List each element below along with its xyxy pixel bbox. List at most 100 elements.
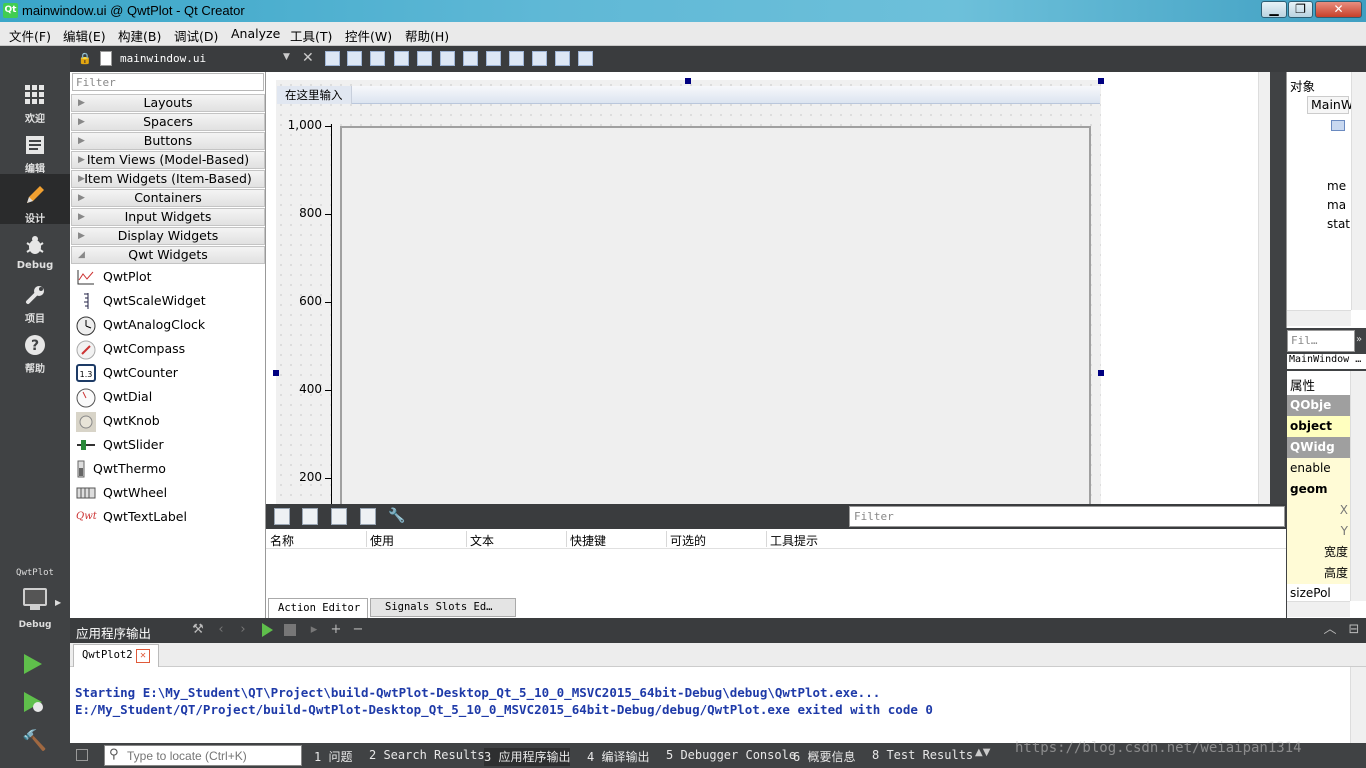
object-tree-item[interactable]: me <box>1327 179 1346 193</box>
property-geometry-width[interactable]: 宽度 <box>1287 542 1350 563</box>
edit-tab-order-icon[interactable] <box>394 51 409 66</box>
property-filter-input[interactable]: Fil… <box>1287 330 1355 352</box>
widget-item-qwtscalewidget[interactable]: QwtScaleWidget <box>74 290 264 312</box>
build-hammer-button[interactable]: 🔨 <box>22 728 47 752</box>
property-horizontal-scrollbar[interactable] <box>1287 601 1350 617</box>
status-tab-search-results[interactable]: 2 Search Results <box>369 748 485 766</box>
output-tab[interactable]: QwtPlot2 ✕ <box>73 644 159 667</box>
column-tooltip[interactable]: 工具提示 <box>770 532 818 549</box>
close-document-icon[interactable]: ✕ <box>302 50 314 66</box>
category-input-widgets[interactable]: ▶ Input Widgets <box>71 208 265 226</box>
mode-help[interactable]: ? 帮助 <box>0 324 70 375</box>
close-button[interactable]: ✕ <box>1315 1 1362 18</box>
widget-item-qwtwheel[interactable]: QwtWheel <box>74 482 264 504</box>
menu-build[interactable]: 构建(B) <box>118 26 161 45</box>
mode-edit[interactable]: 编辑 <box>0 124 70 175</box>
status-tab-issues[interactable]: 1 问题 <box>314 748 352 766</box>
action-filter-input[interactable]: Filter <box>849 506 1285 527</box>
category-spacers[interactable]: ▶ Spacers <box>71 113 265 131</box>
zoom-out-icon[interactable]: − <box>350 622 366 638</box>
status-tab-general-messages[interactable]: 6 概要信息 <box>793 748 855 766</box>
copy-action-icon[interactable] <box>302 508 318 525</box>
widget-filter-input[interactable]: Filter <box>72 73 264 91</box>
maximize-pane-icon[interactable]: ︿ <box>1322 622 1338 638</box>
layout-horizontal-icon[interactable] <box>417 51 432 66</box>
status-tab-app-output[interactable]: 3 应用程序输出 <box>484 748 571 766</box>
column-name[interactable]: 名称 <box>270 532 294 549</box>
form-editor[interactable]: 在这里输入 1,000 800 600 400 200 <box>266 72 1270 510</box>
layout-form-icon[interactable] <box>509 51 524 66</box>
next-icon[interactable]: › <box>235 622 251 638</box>
file-dropdown-icon[interactable]: ▼ <box>283 52 290 62</box>
resize-handle[interactable] <box>685 78 691 84</box>
form-vertical-scrollbar[interactable] <box>1258 72 1270 504</box>
paste-action-icon[interactable] <box>331 508 347 525</box>
widget-item-qwtanalogclock[interactable]: QwtAnalogClock <box>74 314 264 336</box>
edit-buddies-icon[interactable] <box>370 51 385 66</box>
mode-debug[interactable]: Debug <box>0 224 70 274</box>
stop-icon[interactable] <box>284 624 296 636</box>
mode-welcome[interactable]: 欢迎 <box>0 74 70 125</box>
status-tab-test-results[interactable]: 8 Test Results <box>872 748 973 766</box>
previous-icon[interactable]: ‹ <box>213 622 229 638</box>
column-checkable[interactable]: 可选的 <box>670 532 706 549</box>
menu-file[interactable]: 文件(F) <box>9 26 51 45</box>
category-containers[interactable]: ▶ Containers <box>71 189 265 207</box>
object-tree-item[interactable]: ma <box>1327 198 1346 212</box>
type-here-menu-item[interactable]: 在这里输入 <box>277 86 352 104</box>
widget-item-qwtslider[interactable]: QwtSlider <box>74 434 264 456</box>
maximize-button[interactable]: ❐ <box>1288 1 1313 18</box>
property-geometry-y[interactable]: Y <box>1287 521 1350 542</box>
new-action-icon[interactable] <box>274 508 290 525</box>
column-text[interactable]: 文本 <box>470 532 494 549</box>
object-tree-item[interactable]: stat <box>1327 217 1350 231</box>
widget-item-qwttextlabel[interactable]: Qwt QwtTextLabel <box>74 506 264 528</box>
menu-widgets[interactable]: 控件(W) <box>345 26 392 45</box>
widget-item-qwtplot[interactable]: QwtPlot <box>74 266 264 288</box>
open-file-name[interactable]: mainwindow.ui <box>120 52 206 65</box>
category-qwt-widgets[interactable]: ◢ Qwt Widgets <box>71 246 265 264</box>
property-vertical-scrollbar[interactable] <box>1350 371 1366 601</box>
menu-debug[interactable]: 调试(D) <box>174 26 218 45</box>
object-tree-root[interactable]: MainW <box>1307 96 1353 114</box>
category-display-widgets[interactable]: ▶ Display Widgets <box>71 227 265 245</box>
widget-item-qwtthermo[interactable]: QwtThermo <box>74 458 264 480</box>
status-tab-compile-output[interactable]: 4 编译输出 <box>587 748 649 766</box>
break-layout-icon[interactable] <box>555 51 570 66</box>
property-section-qobject[interactable]: QObje <box>1287 395 1350 416</box>
edit-widgets-icon[interactable] <box>325 51 340 66</box>
zoom-in-icon[interactable]: + <box>328 622 344 638</box>
rerun-icon[interactable] <box>262 623 273 637</box>
close-tab-icon[interactable]: ✕ <box>136 649 150 663</box>
category-item-widgets[interactable]: ▶ Item Widgets (Item-Based) <box>71 170 265 188</box>
run-button[interactable] <box>24 654 42 674</box>
tab-signals-slots-editor[interactable]: Signals Slots Ed… <box>370 598 516 617</box>
resize-handle[interactable] <box>1098 78 1104 84</box>
layout-grid-icon[interactable] <box>532 51 547 66</box>
kit-selector-icon[interactable] <box>23 588 47 606</box>
layout-h-splitter-icon[interactable] <box>463 51 478 66</box>
edit-signals-slots-icon[interactable] <box>347 51 362 66</box>
object-horizontal-scrollbar[interactable] <box>1287 310 1351 326</box>
attach-debugger-icon[interactable]: ⚒ <box>190 622 206 638</box>
widget-item-qwtcounter[interactable]: 1.3 QwtCounter <box>74 362 264 384</box>
layout-vertical-icon[interactable] <box>440 51 455 66</box>
configure-wrench-icon[interactable]: 🔧 <box>388 508 405 525</box>
column-shortcut[interactable]: 快捷键 <box>570 532 606 549</box>
output-console[interactable]: Starting E:\My_Student\QT\Project\build-… <box>70 667 1366 743</box>
layout-v-splitter-icon[interactable] <box>486 51 501 66</box>
delete-action-icon[interactable] <box>360 508 376 525</box>
menu-analyze[interactable]: Analyze <box>231 26 280 41</box>
attach-icon[interactable]: ▸ <box>306 622 322 638</box>
tab-action-editor[interactable]: Action Editor <box>268 598 368 618</box>
toggle-sidebar-icon[interactable] <box>76 749 88 761</box>
property-geometry-x[interactable]: X <box>1287 500 1350 521</box>
mode-design[interactable]: 设计 <box>0 174 70 225</box>
close-pane-icon[interactable]: ⊟ <box>1346 622 1362 638</box>
property-objectname[interactable]: object <box>1287 416 1350 437</box>
mode-projects[interactable]: 项目 <box>0 274 70 325</box>
menu-help[interactable]: 帮助(H) <box>405 26 449 45</box>
property-section-qwidget[interactable]: QWidg <box>1287 437 1350 458</box>
object-vertical-scrollbar[interactable] <box>1351 72 1366 310</box>
locator-input[interactable] <box>127 748 299 764</box>
